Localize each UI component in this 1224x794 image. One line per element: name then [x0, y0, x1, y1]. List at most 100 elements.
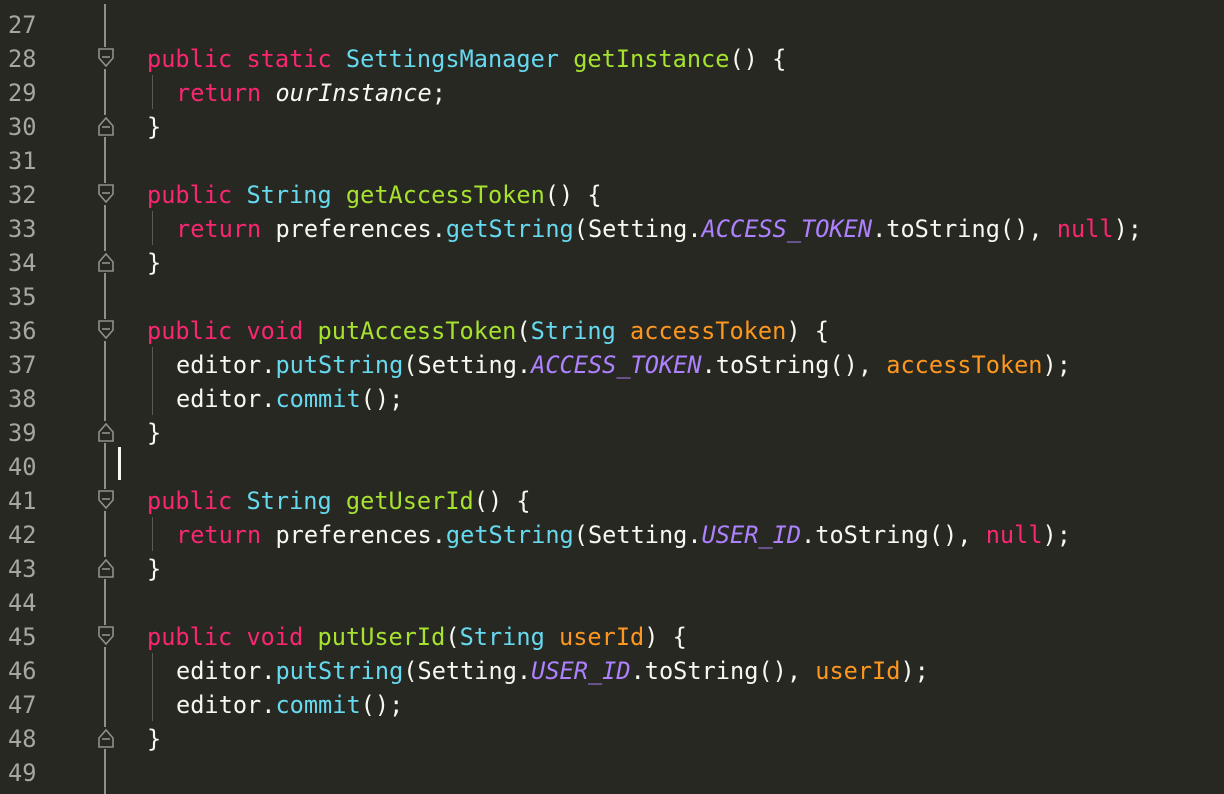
code-token: editor.	[176, 657, 276, 685]
code-token: commit	[275, 385, 361, 413]
code-text[interactable]: editor.putString(Setting.ACCESS_TOKEN.to…	[176, 351, 1071, 379]
code-line-44[interactable]: 44	[0, 585, 1224, 619]
code-text[interactable]: editor.commit();	[176, 385, 403, 413]
code-token: .toString(),	[630, 657, 816, 685]
code-token: return	[176, 521, 262, 549]
code-token: ();	[360, 385, 404, 413]
code-line-30[interactable]: 30}	[0, 109, 1224, 143]
code-text[interactable]: public static SettingsManager getInstanc…	[147, 45, 786, 73]
code-line-42[interactable]: 42 return preferences.getString(Setting.U…	[0, 517, 1224, 551]
fold-close-icon[interactable]	[96, 727, 116, 749]
code-line-47[interactable]: 47 editor.commit();	[0, 687, 1224, 721]
code-token: );	[1113, 215, 1142, 243]
code-token: (Setting.	[573, 521, 702, 549]
code-text[interactable]: }	[147, 725, 161, 753]
code-token: getUserId	[345, 487, 474, 515]
code-line-45[interactable]: 45 public void putUserId(String userId) {	[0, 619, 1224, 653]
code-token: getString	[445, 521, 574, 549]
fold-close-icon[interactable]	[96, 557, 116, 579]
code-line-46[interactable]: 46 editor.putString(Setting.USER_ID.toStr…	[0, 653, 1224, 687]
code-token: ;	[431, 79, 446, 107]
code-token: void	[246, 623, 304, 651]
code-token: }	[147, 725, 162, 753]
code-line-28[interactable]: 28 public static SettingsManager getInsta…	[0, 41, 1224, 75]
code-token: putAccessToken	[317, 317, 517, 345]
code-token: putString	[275, 657, 404, 685]
code-token: USER_ID	[531, 657, 631, 685]
code-token: );	[900, 657, 929, 685]
line-number: 39	[8, 419, 37, 447]
fold-open-icon[interactable]	[96, 625, 116, 647]
code-line-27[interactable]: 27	[0, 7, 1224, 41]
line-number: 34	[8, 249, 37, 277]
code-token: String	[459, 623, 545, 651]
code-line-40[interactable]: 40	[0, 449, 1224, 483]
code-token: preferences.	[261, 521, 446, 549]
code-line-34[interactable]: 34}	[0, 245, 1224, 279]
fold-open-icon[interactable]	[96, 489, 116, 511]
code-line-29[interactable]: 29 return ourInstance;	[0, 75, 1224, 109]
code-token: putString	[275, 351, 404, 379]
code-text[interactable]: editor.putString(Setting.USER_ID.toStrin…	[176, 657, 929, 685]
code-text[interactable]: public void putUserId(String userId) {	[147, 623, 687, 651]
code-text[interactable]: return ourInstance;	[176, 79, 446, 107]
code-token: static	[246, 45, 332, 73]
indent-guide	[152, 381, 153, 415]
code-token: (Setting.	[573, 215, 702, 243]
code-token: commit	[275, 691, 361, 719]
code-text[interactable]: public void putAccessToken(String access…	[147, 317, 829, 345]
code-token: String	[530, 317, 616, 345]
code-line-31[interactable]: 31	[0, 143, 1224, 177]
code-text[interactable]: public String getAccessToken() {	[147, 181, 602, 209]
code-token: ACCESS_TOKEN	[701, 215, 873, 243]
code-text[interactable]: }	[147, 555, 161, 583]
fold-open-icon[interactable]	[96, 319, 116, 341]
line-number: 47	[8, 691, 37, 719]
indent-guide	[152, 75, 153, 109]
code-line-37[interactable]: 37 editor.putString(Setting.ACCESS_TOKEN.…	[0, 347, 1224, 381]
code-line-48[interactable]: 48}	[0, 721, 1224, 755]
code-text[interactable]: return preferences.getString(Setting.ACC…	[176, 215, 1142, 243]
code-token: return	[176, 215, 262, 243]
code-token: ourInstance	[275, 79, 432, 107]
fold-open-icon[interactable]	[96, 183, 116, 205]
code-token: getInstance	[573, 45, 730, 73]
code-line-36[interactable]: 36 public void putAccessToken(String acce…	[0, 313, 1224, 347]
code-line-43[interactable]: 43}	[0, 551, 1224, 585]
code-editor[interactable]: 27 28 public static SettingsManager getIns…	[0, 0, 1224, 794]
code-token: (	[516, 317, 531, 345]
code-token: ) {	[786, 317, 829, 345]
code-text[interactable]: }	[147, 249, 161, 277]
indent-guide	[152, 347, 153, 381]
line-number: 31	[8, 147, 37, 175]
code-line-39[interactable]: 39}	[0, 415, 1224, 449]
code-line-33[interactable]: 33 return preferences.getString(Setting.A…	[0, 211, 1224, 245]
code-text[interactable]: editor.commit();	[176, 691, 403, 719]
fold-close-icon[interactable]	[96, 251, 116, 273]
code-text[interactable]: }	[147, 113, 161, 141]
code-line-35[interactable]: 35	[0, 279, 1224, 313]
code-text[interactable]: }	[147, 419, 161, 447]
code-line-41[interactable]: 41 public String getUserId() {	[0, 483, 1224, 517]
code-token: (Setting.	[403, 657, 532, 685]
code-text[interactable]: public String getUserId() {	[147, 487, 531, 515]
code-token: null	[985, 521, 1043, 549]
code-line-32[interactable]: 32 public String getAccessToken() {	[0, 177, 1224, 211]
code-line-38[interactable]: 38 editor.commit();	[0, 381, 1224, 415]
fold-close-icon[interactable]	[96, 115, 116, 137]
code-text[interactable]: return preferences.getString(Setting.USE…	[176, 521, 1071, 549]
code-token: USER_ID	[701, 521, 802, 549]
code-line-49[interactable]: 49	[0, 755, 1224, 789]
code-token: null	[1056, 215, 1114, 243]
fold-open-icon[interactable]	[96, 47, 116, 69]
fold-close-icon[interactable]	[96, 421, 116, 443]
code-token: userId	[815, 657, 901, 685]
code-token: ();	[360, 691, 404, 719]
code-token: putUserId	[317, 623, 446, 651]
line-number: 36	[8, 317, 37, 345]
code-token: }	[147, 419, 162, 447]
